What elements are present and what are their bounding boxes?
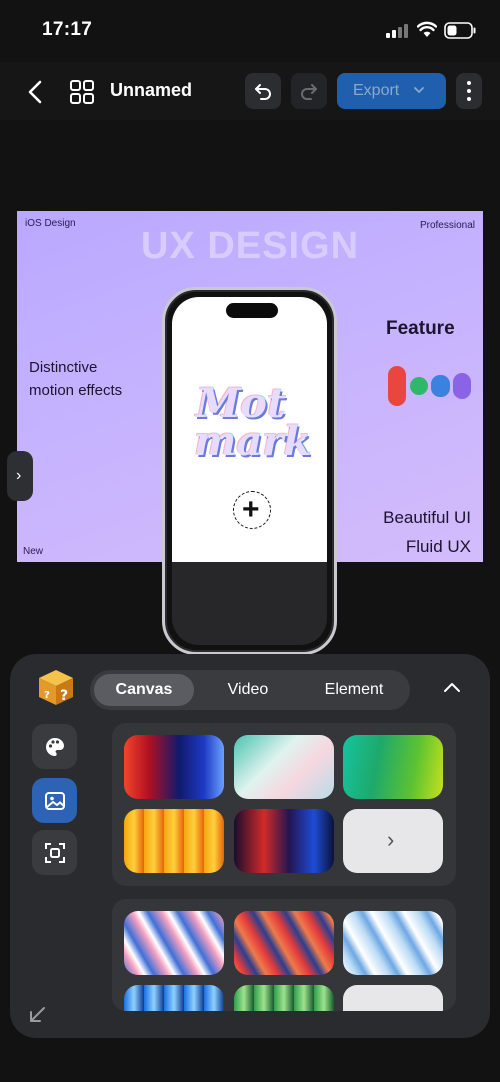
frame-tool-button[interactable] xyxy=(32,830,77,875)
gradient-thumb[interactable] xyxy=(343,735,443,799)
gradient-thumb[interactable] xyxy=(234,809,334,873)
gradient-thumb[interactable] xyxy=(124,911,224,975)
wifi-icon xyxy=(417,21,437,37)
export-label: Export xyxy=(353,82,400,99)
more-gradients-button[interactable]: › xyxy=(343,809,443,873)
phone-mockup[interactable]: Mot mark + xyxy=(162,287,337,655)
svg-text:?: ? xyxy=(60,688,68,704)
top-toolbar: Unnamed Export xyxy=(0,62,500,120)
frame-icon xyxy=(45,843,65,863)
canvas-headline: UX DESIGN xyxy=(140,225,360,267)
redo-icon xyxy=(301,84,317,100)
undo-button[interactable] xyxy=(245,73,281,109)
palette-tool-button[interactable] xyxy=(32,724,77,769)
left-caption-line1: Distinctive xyxy=(29,359,98,376)
tag-bottom-left: New xyxy=(23,546,44,557)
mystery-box-icon: ? ? xyxy=(39,670,73,705)
battery-icon xyxy=(444,22,476,39)
dynamic-island xyxy=(226,303,278,318)
gradient-group-1: › xyxy=(112,723,456,886)
export-button[interactable]: Export xyxy=(337,73,446,109)
tab-canvas[interactable]: Canvas xyxy=(94,674,194,706)
gradient-thumb[interactable] xyxy=(124,985,224,1011)
gradient-thumb[interactable] xyxy=(124,809,224,873)
chevron-right-icon: › xyxy=(16,467,22,484)
image-icon xyxy=(45,792,65,810)
image-tool-button[interactable] xyxy=(32,778,77,823)
shrink-panel-icon[interactable] xyxy=(26,1004,48,1026)
gradient-thumb[interactable] xyxy=(234,735,334,799)
cellular-signal-icon xyxy=(386,24,410,38)
back-icon[interactable] xyxy=(22,78,50,106)
right-caption-line2: Fluid UX xyxy=(405,537,471,556)
left-caption-line2: motion effects xyxy=(29,382,123,399)
motmark-logo: Mot mark xyxy=(194,380,312,465)
background-panel: ? ? Canvas Video Element › xyxy=(10,654,490,1038)
status-time: 17:17 xyxy=(42,19,93,40)
document-title[interactable]: Unnamed xyxy=(110,80,192,101)
palette-icon xyxy=(46,738,64,756)
gradient-thumb[interactable] xyxy=(124,735,224,799)
tab-video[interactable]: Video xyxy=(198,674,298,706)
feature-title: Feature xyxy=(386,318,455,339)
status-bar: 17:17 xyxy=(0,0,500,62)
gradient-thumb[interactable] xyxy=(343,985,443,1011)
mode-tabs: Canvas Video Element xyxy=(90,670,410,710)
phone-screen: Mot mark + xyxy=(172,297,327,645)
chevron-right-icon: › xyxy=(387,827,395,852)
gradient-thumb[interactable] xyxy=(343,911,443,975)
svg-text:?: ? xyxy=(44,690,50,701)
chevron-up-icon[interactable] xyxy=(442,680,462,694)
swatch-purple xyxy=(453,373,471,399)
swatch-blue xyxy=(431,375,450,397)
side-drawer-handle[interactable]: › xyxy=(7,451,33,501)
add-media-button[interactable]: + xyxy=(233,491,271,529)
redo-button[interactable] xyxy=(291,73,327,109)
feature-color-swatches xyxy=(388,366,473,406)
more-options-button[interactable] xyxy=(456,73,482,109)
right-caption: Beautiful UI Fluid UX xyxy=(383,503,471,561)
gradient-thumb[interactable] xyxy=(234,911,334,975)
undo-icon xyxy=(255,84,271,100)
left-caption: Distinctive motion effects xyxy=(29,356,149,402)
grid-icon[interactable] xyxy=(69,79,95,105)
tab-element[interactable]: Element xyxy=(302,674,406,706)
swatch-green xyxy=(410,377,428,395)
gradient-group-2 xyxy=(112,899,456,1011)
chevron-down-icon xyxy=(414,87,424,94)
gradient-thumb[interactable] xyxy=(234,985,334,1011)
right-caption-line1: Beautiful UI xyxy=(383,508,471,527)
swatch-red xyxy=(388,366,406,406)
plus-icon: + xyxy=(242,493,260,526)
